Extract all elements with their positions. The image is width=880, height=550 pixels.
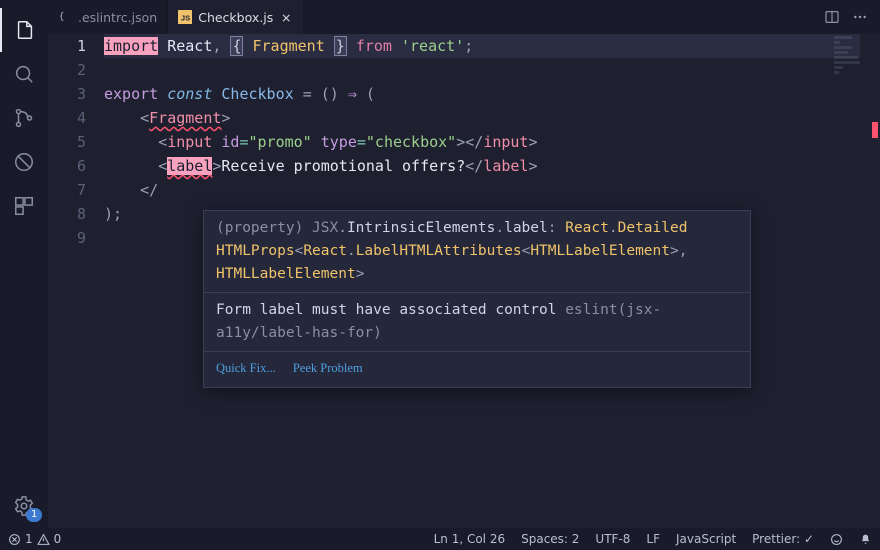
code-line-6[interactable]: <label>Receive promotional offers?</labe… (104, 154, 860, 178)
source-control-icon[interactable] (0, 96, 48, 140)
status-spaces[interactable]: Spaces: 2 (513, 528, 587, 550)
editor[interactable]: 1 2 3 4 5 6 7 8 9 import React, { Fragme… (48, 34, 880, 528)
more-icon[interactable] (852, 9, 868, 25)
js-file-icon: JS (178, 10, 192, 24)
code-line-5[interactable]: <input id="promo" type="checkbox"></inpu… (104, 130, 860, 154)
search-icon[interactable] (0, 52, 48, 96)
overview-ruler[interactable] (866, 34, 880, 528)
settings-badge: 1 (26, 508, 42, 522)
hover-message: Form label must have associated control … (204, 292, 750, 351)
activity-bar: 1 (0, 0, 48, 528)
tab-checkbox-js[interactable]: JS Checkbox.js × (168, 0, 304, 34)
hover-actions: Quick Fix... Peek Problem (204, 351, 750, 387)
error-marker[interactable] (872, 122, 878, 138)
tab-eslintrc[interactable]: .eslintrc.json (48, 0, 168, 34)
status-language[interactable]: JavaScript (668, 528, 744, 550)
hover-tooltip: (property) JSX.IntrinsicElements.label: … (203, 210, 751, 388)
tab-label: .eslintrc.json (78, 10, 157, 25)
svg-text:JS: JS (181, 14, 190, 23)
line-number-gutter: 1 2 3 4 5 6 7 8 9 (48, 34, 104, 528)
code-line-4[interactable]: <Fragment> (104, 106, 860, 130)
status-bar: 1 0 Ln 1, Col 26 Spaces: 2 UTF-8 LF Java… (0, 528, 880, 550)
explorer-icon[interactable] (0, 8, 48, 52)
tab-bar: .eslintrc.json JS Checkbox.js × (48, 0, 880, 34)
status-bell-icon[interactable] (851, 528, 880, 550)
error-icon (8, 533, 21, 546)
tab-label: Checkbox.js (198, 10, 273, 25)
json-file-icon (58, 10, 72, 24)
close-icon[interactable]: × (279, 10, 293, 25)
status-lncol[interactable]: Ln 1, Col 26 (426, 528, 514, 550)
quick-fix-link[interactable]: Quick Fix... (216, 361, 276, 375)
debug-disabled-icon[interactable] (0, 140, 48, 184)
code-line-1[interactable]: import React, { Fragment } from 'react'; (104, 34, 860, 58)
status-prettier[interactable]: Prettier: ✓ (744, 528, 822, 550)
status-feedback-icon[interactable] (822, 528, 851, 550)
status-encoding[interactable]: UTF-8 (587, 528, 638, 550)
code-line-7[interactable]: </ (104, 178, 860, 202)
status-problems[interactable]: 1 0 (0, 528, 69, 550)
extensions-icon[interactable] (0, 184, 48, 228)
code-line-3[interactable]: export const Checkbox = () ⇒ ( (104, 82, 860, 106)
hover-signature: (property) JSX.IntrinsicElements.label: … (204, 211, 750, 292)
split-editor-icon[interactable] (824, 9, 840, 25)
warning-icon (37, 533, 50, 546)
minimap[interactable] (834, 34, 864, 528)
code-line-2[interactable] (104, 58, 860, 82)
settings-gear-icon[interactable]: 1 (0, 484, 48, 528)
peek-problem-link[interactable]: Peek Problem (293, 361, 363, 375)
status-eol[interactable]: LF (638, 528, 668, 550)
